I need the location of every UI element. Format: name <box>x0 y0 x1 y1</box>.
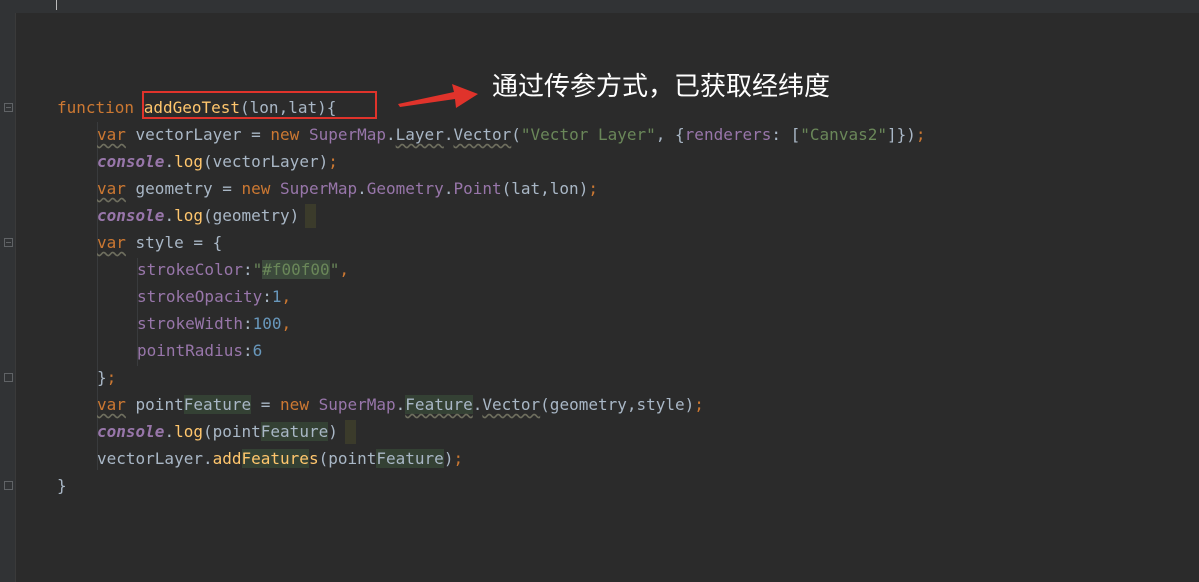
code-line-5: console.log(geometry)) <box>97 206 300 225</box>
code-line-3: console.log(vectorLayer); <box>97 152 338 171</box>
code-line-9: strokeWidth:100, <box>137 314 292 333</box>
search-highlight: Feature <box>376 449 444 468</box>
annotation-highlight-box <box>142 91 377 119</box>
annotation-arrow-icon <box>398 84 478 108</box>
search-highlight: Feature <box>405 395 473 414</box>
code-line-10: pointRadius:6 <box>137 341 263 360</box>
search-highlight: Feature <box>183 395 252 414</box>
code-line-4: var geometry = new SuperMap.Geometry.Poi… <box>97 179 598 198</box>
code-line-2: var vectorLayer = new SuperMap.Layer.Vec… <box>97 125 926 144</box>
color-literal: #f00f00 <box>262 260 330 279</box>
code-line-14: vectorLayer.addFeatures(pointFeature); <box>97 449 464 468</box>
code-line-12: var pointFeature = new SuperMap.Feature.… <box>97 395 704 414</box>
code-line-13: console.log(pointFeature) <box>97 422 338 441</box>
code-line-7: strokeColor:"#f00f00", <box>137 260 349 279</box>
code-line-8: strokeOpacity:1, <box>137 287 292 306</box>
code-line-11: }; <box>97 368 117 387</box>
search-highlight: Feature <box>241 449 309 468</box>
bracket-match-highlight <box>345 420 356 444</box>
annotation-text: 通过传参方式，已获取经纬度 <box>492 72 831 102</box>
code-line-6: var style = { <box>97 233 223 252</box>
search-highlight: Feature <box>260 422 329 441</box>
code-line-15: } <box>57 476 67 495</box>
bracket-match-highlight <box>305 204 316 228</box>
keyword-function: function <box>57 98 135 117</box>
